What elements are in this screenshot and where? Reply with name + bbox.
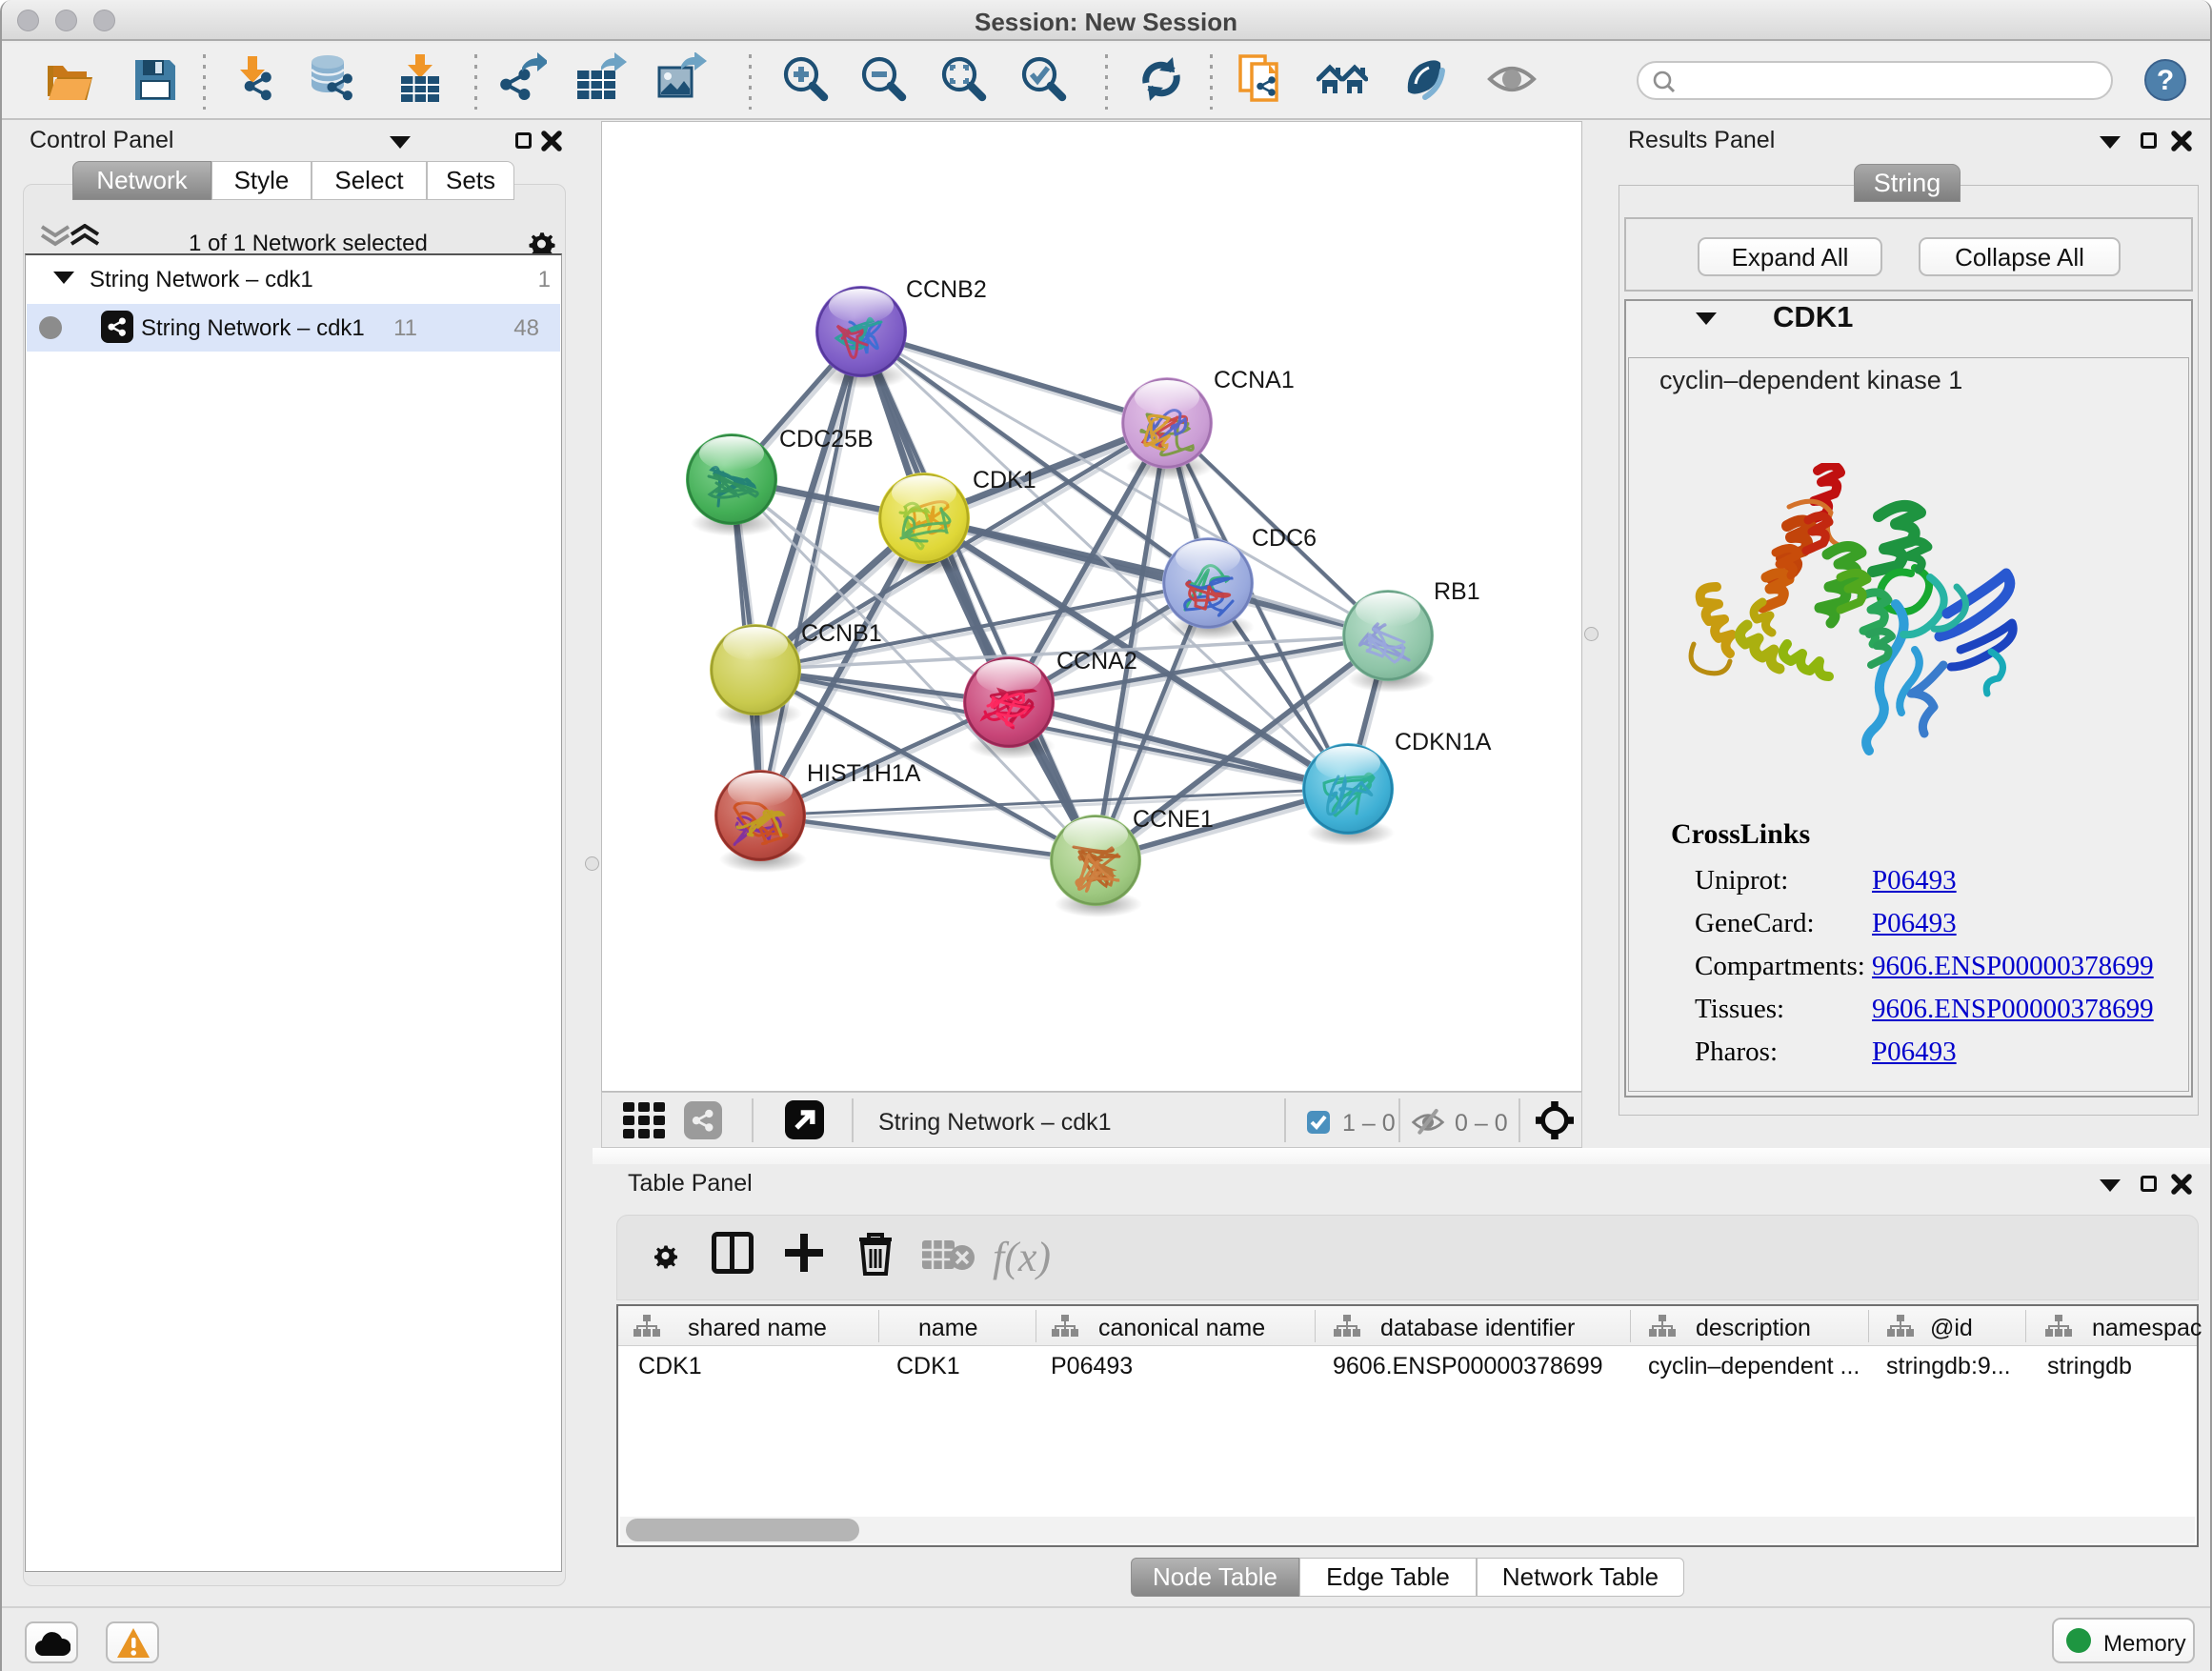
svg-text:CCNE1: CCNE1 <box>1133 806 1214 833</box>
svg-text:?: ? <box>2157 65 2174 96</box>
svg-text:CDC25B: CDC25B <box>779 426 874 453</box>
svg-text:RB1: RB1 <box>1434 578 1480 605</box>
svg-text:CCNA2: CCNA2 <box>1056 648 1137 674</box>
svg-text:CCNA1: CCNA1 <box>1214 367 1295 393</box>
svg-text:HIST1H1A: HIST1H1A <box>807 760 921 787</box>
svg-text:CDC6: CDC6 <box>1252 525 1317 552</box>
svg-text:CDK1: CDK1 <box>973 467 1036 493</box>
svg-text:CCNB1: CCNB1 <box>801 620 882 647</box>
svg-text:CCNB2: CCNB2 <box>906 276 987 303</box>
svg-text:CDKN1A: CDKN1A <box>1395 729 1492 755</box>
